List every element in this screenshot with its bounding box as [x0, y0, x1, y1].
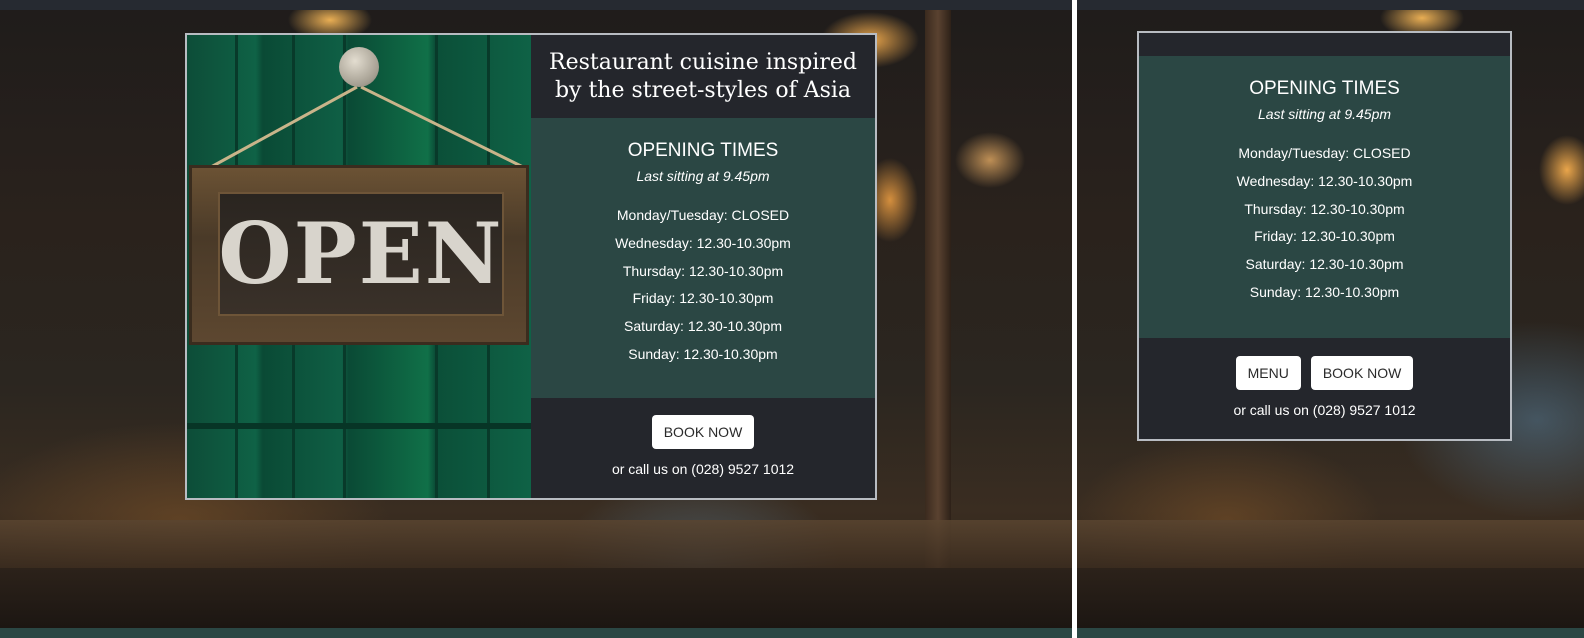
hook-icon [339, 47, 379, 87]
list-item: Sunday: 12.30-10.30pm [1249, 283, 1400, 300]
opening-times-list: Monday/Tuesday: CLOSED Wednesday: 12.30-… [1139, 140, 1510, 307]
button-row: BOOK NOW [651, 415, 755, 449]
background-bar-front [1077, 568, 1584, 628]
booking-band: BOOK NOW or call us on (028) 9527 1012 [531, 398, 875, 498]
call-us-text: or call us on (028) 9527 1012 [1233, 402, 1416, 418]
opening-times-title: OPENING TIMES [1249, 78, 1400, 99]
open-sign: OPEN [189, 165, 529, 345]
hero-card: OPENING TIMES Last sitting at 9.45pm Mon… [1137, 31, 1512, 441]
hero-card: OPEN Restaurant cuisine inspired by the … [185, 33, 877, 500]
book-now-button[interactable]: BOOK NOW [651, 415, 755, 449]
opening-times-section: OPENING TIMES Last sitting at 9.45pm Mon… [531, 118, 875, 398]
list-item: Saturday: 12.30-10.30pm [1245, 256, 1404, 273]
menu-button[interactable]: MENU [1235, 356, 1301, 390]
last-sitting-note: Last sitting at 9.45pm [1257, 106, 1392, 122]
list-item: Wednesday: 12.30-10.30pm [1236, 172, 1413, 189]
call-us-text: or call us on (028) 9527 1012 [611, 461, 795, 477]
list-item: Friday: 12.30-10.30pm [632, 290, 774, 307]
info-panel: Restaurant cuisine inspired by the stree… [531, 35, 875, 498]
list-item: Saturday: 12.30-10.30pm [624, 318, 782, 335]
hero-heading: Restaurant cuisine inspired by the stree… [549, 49, 857, 105]
booking-band: MENU BOOK NOW or call us on (028) 9527 1… [1139, 338, 1510, 439]
open-sign-text: OPEN [218, 204, 504, 303]
list-item: Monday/Tuesday: CLOSED [1238, 145, 1411, 161]
heading-band: Restaurant cuisine inspired by the stree… [531, 35, 875, 118]
background-bar-front [0, 568, 1072, 628]
list-item: Friday: 12.30-10.30pm [1254, 228, 1395, 245]
background-counter [1077, 520, 1584, 568]
opening-times-section: OPENING TIMES Last sitting at 9.45pm Mon… [1139, 56, 1510, 338]
list-item: Sunday: 12.30-10.30pm [628, 345, 778, 362]
background-counter [0, 520, 1072, 568]
hero-heading-line2: by the street-styles of Asia [554, 77, 852, 103]
hero-heading-line1: Restaurant cuisine inspired [549, 49, 857, 75]
list-item: Thursday: 12.30-10.30pm [622, 262, 784, 279]
book-now-button[interactable]: BOOK NOW [1310, 356, 1414, 390]
list-item: Thursday: 12.30-10.30pm [1244, 200, 1405, 217]
opening-times-list: Monday/Tuesday: CLOSED Wednesday: 12.30-… [531, 202, 875, 369]
open-sign-photo: OPEN [187, 35, 531, 498]
info-panel: OPENING TIMES Last sitting at 9.45pm Mon… [1139, 33, 1510, 439]
list-item: Wednesday: 12.30-10.30pm [615, 234, 791, 251]
button-row: MENU BOOK NOW [1235, 356, 1414, 390]
desktop-view: OPEN Restaurant cuisine inspired by the … [0, 0, 1072, 638]
opening-times-title: OPENING TIMES [627, 140, 779, 161]
heading-band [1139, 33, 1510, 56]
last-sitting-note: Last sitting at 9.45pm [636, 168, 770, 184]
list-item: Monday/Tuesday: CLOSED [616, 207, 790, 223]
narrow-view: OPENING TIMES Last sitting at 9.45pm Mon… [1077, 0, 1584, 638]
